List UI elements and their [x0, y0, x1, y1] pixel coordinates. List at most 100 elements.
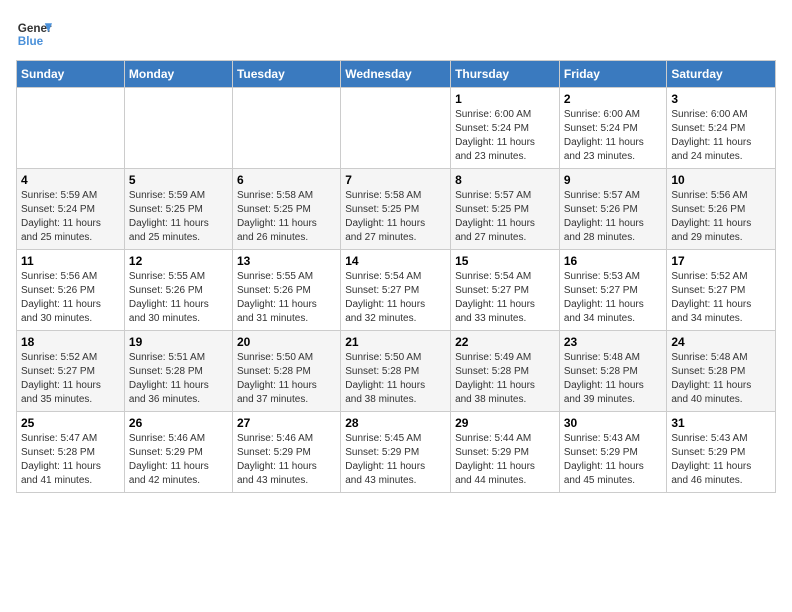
day-info: Sunrise: 5:53 AM Sunset: 5:27 PM Dayligh… [564, 270, 663, 326]
calendar-cell: 5Sunrise: 5:59 AM Sunset: 5:25 PM Daylig… [124, 169, 232, 250]
day-info: Sunrise: 5:56 AM Sunset: 5:26 PM Dayligh… [671, 189, 771, 245]
calendar-table: SundayMondayTuesdayWednesdayThursdayFrid… [16, 60, 776, 493]
day-info: Sunrise: 5:50 AM Sunset: 5:28 PM Dayligh… [345, 351, 446, 407]
day-number: 6 [237, 173, 336, 187]
day-info: Sunrise: 5:55 AM Sunset: 5:26 PM Dayligh… [237, 270, 336, 326]
calendar-week-row: 25 Sunrise: 5:47 AM Sunset: 5:28 PM Dayli… [17, 412, 776, 493]
day-info: Sunrise: 6:00 AM Sunset: 5:24 PM Dayligh… [455, 108, 555, 164]
day-info: Sunrise: 5:46 AM Sunset: 5:29 PM Dayligh… [129, 432, 228, 488]
day-number: 18 [21, 335, 120, 349]
day-info: Sunrise: 6:00 AM Sunset: 5:24 PM Dayligh… [671, 108, 771, 164]
calendar-cell: 21 Sunrise: 5:50 AM Sunset: 5:28 PM Dayli… [341, 331, 451, 412]
calendar-cell: 2 Sunrise: 6:00 AM Sunset: 5:24 PM Daylig… [559, 88, 667, 169]
calendar-cell: 29Sunrise: 5:44 AM Sunset: 5:29 PM Dayli… [451, 412, 560, 493]
calendar-cell: 3 Sunrise: 6:00 AM Sunset: 5:24 PM Daylig… [667, 88, 776, 169]
day-info: Sunrise: 5:48 AM Sunset: 5:28 PM Dayligh… [564, 351, 663, 407]
day-number: 16 [564, 254, 663, 268]
calendar-week-row: 11 Sunrise: 5:56 AM Sunset: 5:26 PM Dayli… [17, 250, 776, 331]
day-number: 22 [455, 335, 555, 349]
calendar-cell: 7 Sunrise: 5:58 AM Sunset: 5:25 PM Daylig… [341, 169, 451, 250]
weekday-header-tuesday: Tuesday [232, 61, 340, 88]
day-number: 11 [21, 254, 120, 268]
calendar-cell: 23 Sunrise: 5:48 AM Sunset: 5:28 PM Dayli… [559, 331, 667, 412]
calendar-week-row: 18 Sunrise: 5:52 AM Sunset: 5:27 PM Dayli… [17, 331, 776, 412]
day-info: Sunrise: 5:54 AM Sunset: 5:27 PM Dayligh… [345, 270, 446, 326]
day-number: 13 [237, 254, 336, 268]
day-info: Sunrise: 5:52 AM Sunset: 5:27 PM Dayligh… [671, 270, 771, 326]
day-number: 7 [345, 173, 446, 187]
calendar-cell: 24Sunrise: 5:48 AM Sunset: 5:28 PM Dayli… [667, 331, 776, 412]
day-info: Sunrise: 5:48 AM Sunset: 5:28 PM Dayligh… [671, 351, 771, 407]
day-info: Sunrise: 5:43 AM Sunset: 5:29 PM Dayligh… [564, 432, 663, 488]
day-info: Sunrise: 5:55 AM Sunset: 5:26 PM Dayligh… [129, 270, 228, 326]
calendar-cell: 8Sunrise: 5:57 AM Sunset: 5:25 PM Daylig… [451, 169, 560, 250]
calendar-cell: 30 Sunrise: 5:43 AM Sunset: 5:29 PM Dayli… [559, 412, 667, 493]
day-info: Sunrise: 6:00 AM Sunset: 5:24 PM Dayligh… [564, 108, 663, 164]
day-number: 20 [237, 335, 336, 349]
calendar-cell [232, 88, 340, 169]
day-number: 26 [129, 416, 228, 430]
day-info: Sunrise: 5:51 AM Sunset: 5:28 PM Dayligh… [129, 351, 228, 407]
day-info: Sunrise: 5:52 AM Sunset: 5:27 PM Dayligh… [21, 351, 120, 407]
calendar-cell: 9Sunrise: 5:57 AM Sunset: 5:26 PM Daylig… [559, 169, 667, 250]
day-number: 4 [21, 173, 120, 187]
day-info: Sunrise: 5:59 AM Sunset: 5:24 PM Dayligh… [21, 189, 120, 245]
day-number: 8 [455, 173, 555, 187]
day-number: 9 [564, 173, 663, 187]
day-number: 2 [564, 92, 663, 106]
calendar-cell: 31 Sunrise: 5:43 AM Sunset: 5:29 PM Dayli… [667, 412, 776, 493]
day-info: Sunrise: 5:45 AM Sunset: 5:29 PM Dayligh… [345, 432, 446, 488]
day-number: 31 [671, 416, 771, 430]
day-info: Sunrise: 5:56 AM Sunset: 5:26 PM Dayligh… [21, 270, 120, 326]
day-info: Sunrise: 5:44 AM Sunset: 5:29 PM Dayligh… [455, 432, 555, 488]
calendar-week-row: 1 Sunrise: 6:00 AM Sunset: 5:24 PM Daylig… [17, 88, 776, 169]
day-number: 21 [345, 335, 446, 349]
calendar-cell [124, 88, 232, 169]
weekday-header-row: SundayMondayTuesdayWednesdayThursdayFrid… [17, 61, 776, 88]
weekday-header-saturday: Saturday [667, 61, 776, 88]
day-number: 25 [21, 416, 120, 430]
calendar-body: 1 Sunrise: 6:00 AM Sunset: 5:24 PM Daylig… [17, 88, 776, 493]
calendar-cell: 17 Sunrise: 5:52 AM Sunset: 5:27 PM Dayli… [667, 250, 776, 331]
day-info: Sunrise: 5:43 AM Sunset: 5:29 PM Dayligh… [671, 432, 771, 488]
calendar-cell: 13 Sunrise: 5:55 AM Sunset: 5:26 PM Dayli… [232, 250, 340, 331]
calendar-cell: 10 Sunrise: 5:56 AM Sunset: 5:26 PM Dayli… [667, 169, 776, 250]
day-number: 30 [564, 416, 663, 430]
day-info: Sunrise: 5:46 AM Sunset: 5:29 PM Dayligh… [237, 432, 336, 488]
calendar-cell: 4 Sunrise: 5:59 AM Sunset: 5:24 PM Daylig… [17, 169, 125, 250]
calendar-cell: 20Sunrise: 5:50 AM Sunset: 5:28 PM Dayli… [232, 331, 340, 412]
day-number: 10 [671, 173, 771, 187]
day-number: 12 [129, 254, 228, 268]
calendar-cell: 22 Sunrise: 5:49 AM Sunset: 5:28 PM Dayli… [451, 331, 560, 412]
day-info: Sunrise: 5:47 AM Sunset: 5:28 PM Dayligh… [21, 432, 120, 488]
calendar-cell: 18 Sunrise: 5:52 AM Sunset: 5:27 PM Dayli… [17, 331, 125, 412]
day-info: Sunrise: 5:49 AM Sunset: 5:28 PM Dayligh… [455, 351, 555, 407]
calendar-cell: 15Sunrise: 5:54 AM Sunset: 5:27 PM Dayli… [451, 250, 560, 331]
logo-icon: General Blue [16, 16, 52, 52]
day-info: Sunrise: 5:59 AM Sunset: 5:25 PM Dayligh… [129, 189, 228, 245]
calendar-cell [17, 88, 125, 169]
calendar-cell: 16 Sunrise: 5:53 AM Sunset: 5:27 PM Dayli… [559, 250, 667, 331]
weekday-header-wednesday: Wednesday [341, 61, 451, 88]
day-number: 27 [237, 416, 336, 430]
calendar-cell: 28 Sunrise: 5:45 AM Sunset: 5:29 PM Dayli… [341, 412, 451, 493]
page-header: General Blue [16, 16, 776, 52]
day-info: Sunrise: 5:58 AM Sunset: 5:25 PM Dayligh… [345, 189, 446, 245]
logo: General Blue [16, 16, 52, 52]
day-number: 17 [671, 254, 771, 268]
day-number: 28 [345, 416, 446, 430]
day-info: Sunrise: 5:58 AM Sunset: 5:25 PM Dayligh… [237, 189, 336, 245]
day-number: 23 [564, 335, 663, 349]
day-number: 15 [455, 254, 555, 268]
day-number: 1 [455, 92, 555, 106]
calendar-cell: 19 Sunrise: 5:51 AM Sunset: 5:28 PM Dayli… [124, 331, 232, 412]
svg-text:Blue: Blue [18, 35, 44, 48]
day-number: 3 [671, 92, 771, 106]
weekday-header-monday: Monday [124, 61, 232, 88]
calendar-cell: 12 Sunrise: 5:55 AM Sunset: 5:26 PM Dayli… [124, 250, 232, 331]
day-number: 19 [129, 335, 228, 349]
calendar-cell: 6 Sunrise: 5:58 AM Sunset: 5:25 PM Daylig… [232, 169, 340, 250]
calendar-cell: 1 Sunrise: 6:00 AM Sunset: 5:24 PM Daylig… [451, 88, 560, 169]
calendar-cell: 26 Sunrise: 5:46 AM Sunset: 5:29 PM Dayli… [124, 412, 232, 493]
calendar-week-row: 4 Sunrise: 5:59 AM Sunset: 5:24 PM Daylig… [17, 169, 776, 250]
